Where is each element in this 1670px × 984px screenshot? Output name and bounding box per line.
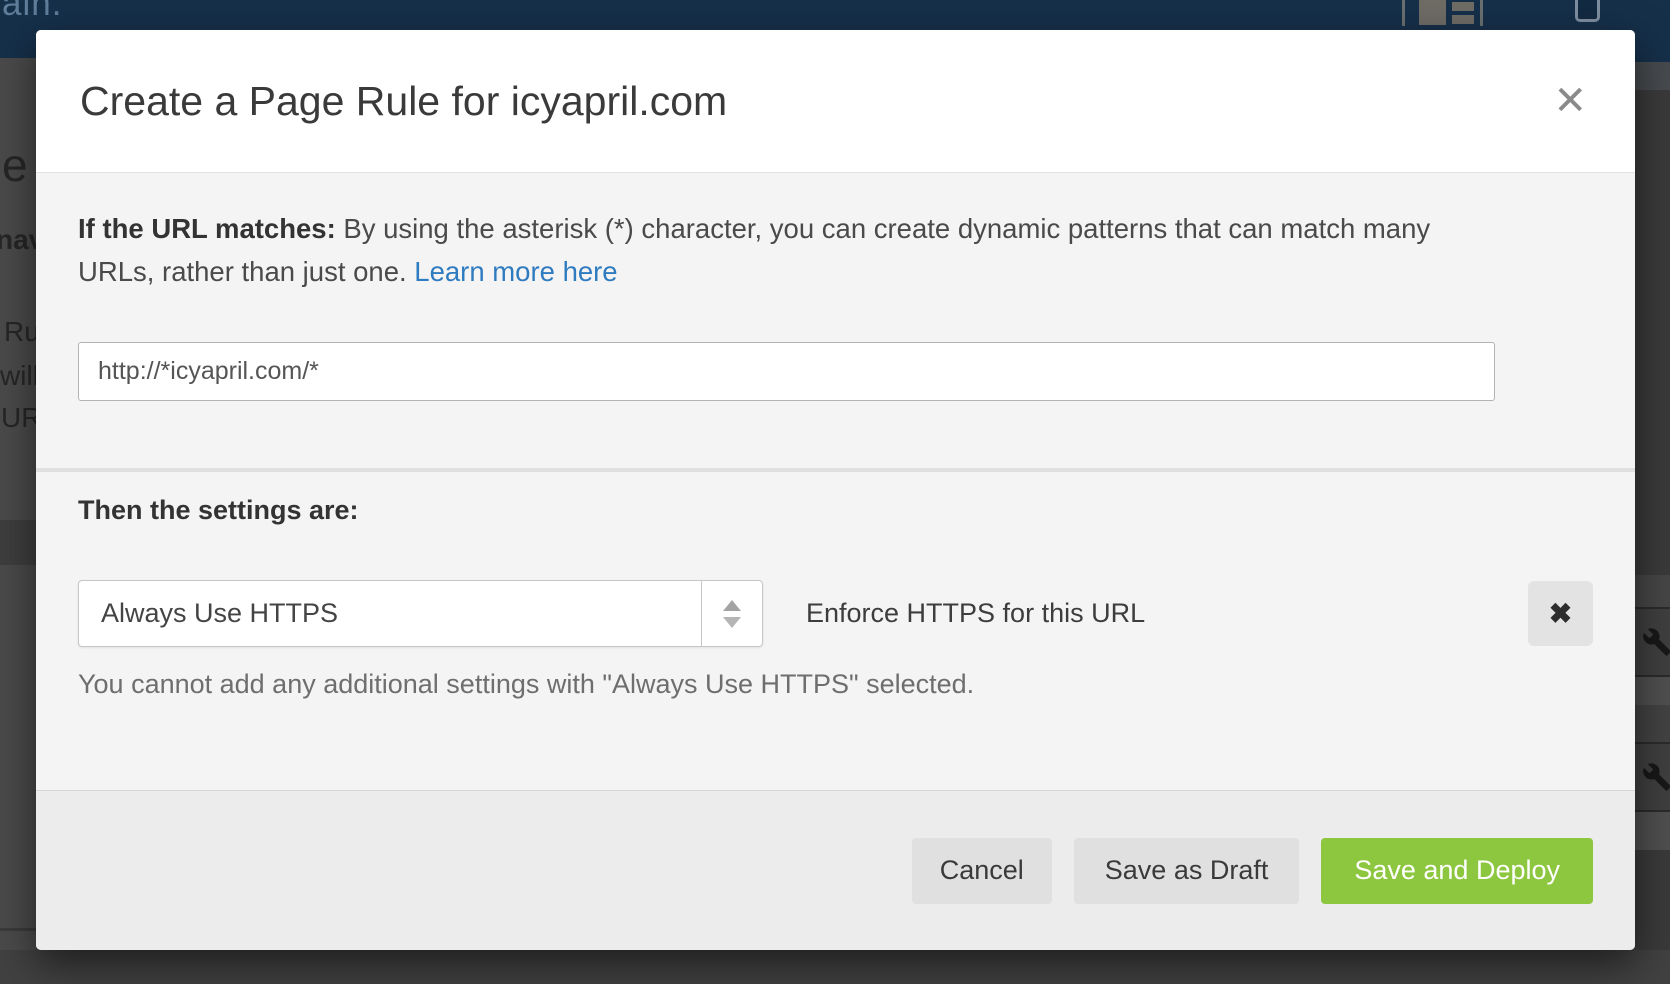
background-band	[1635, 607, 1670, 677]
background-band	[1635, 742, 1670, 812]
learn-more-link[interactable]: Learn more here	[414, 256, 617, 287]
close-icon[interactable]: ✕	[1549, 77, 1591, 125]
background-band	[1635, 705, 1670, 742]
modal-body: If the URL matches: By using the asteris…	[36, 173, 1635, 790]
cancel-button[interactable]: Cancel	[912, 838, 1052, 904]
background-band	[1635, 62, 1670, 90]
background-text-fragment: will	[0, 360, 36, 392]
save-as-draft-button[interactable]: Save as Draft	[1074, 838, 1300, 904]
wrench-icon	[1642, 762, 1670, 792]
background-divider-line	[0, 928, 36, 931]
setting-description: Enforce HTTPS for this URL	[806, 598, 1145, 629]
chevron-down-icon	[723, 617, 741, 628]
background-page-bottom-edge	[0, 950, 1670, 984]
remove-setting-button[interactable]: ✖	[1528, 581, 1593, 646]
background-divider-line	[1402, 0, 1405, 26]
remove-x-icon: ✖	[1549, 597, 1572, 630]
url-pattern-input[interactable]	[78, 342, 1495, 401]
modal-title: Create a Page Rule for icyapril.com	[80, 78, 727, 125]
background-page-left-edge: e nav Ru will UR	[0, 58, 36, 950]
background-header-button-icon	[1575, 0, 1600, 22]
settings-heading: Then the settings are:	[78, 495, 1593, 526]
url-match-label: If the URL matches:	[78, 213, 336, 244]
background-header-text-fragment: ain.	[2, 0, 62, 24]
section-divider	[36, 468, 1635, 472]
create-page-rule-modal: Create a Page Rule for icyapril.com ✕ If…	[36, 30, 1635, 950]
setting-select[interactable]: Always Use HTTPS	[78, 580, 763, 647]
setting-note: You cannot add any additional settings w…	[78, 669, 1593, 700]
background-text-fragment: e	[2, 138, 28, 192]
background-page-right-edge	[1635, 62, 1670, 950]
save-and-deploy-button[interactable]: Save and Deploy	[1321, 838, 1593, 904]
select-spinner-icon[interactable]	[701, 581, 762, 646]
wrench-icon	[1642, 627, 1670, 657]
list-view-icon	[1452, 15, 1474, 24]
background-table-header-band	[0, 520, 36, 565]
background-text-fragment: nav	[0, 224, 36, 256]
list-view-icon	[1452, 2, 1474, 11]
grid-view-icon	[1419, 0, 1446, 25]
background-text-fragment: Ru	[4, 316, 36, 348]
modal-footer: Cancel Save as Draft Save and Deploy	[36, 790, 1635, 950]
url-match-description: If the URL matches: By using the asteris…	[78, 207, 1468, 293]
setting-select-value: Always Use HTTPS	[79, 598, 701, 629]
background-band	[1635, 575, 1670, 607]
background-text-fragment: UR	[1, 402, 36, 434]
modal-header: Create a Page Rule for icyapril.com ✕	[36, 30, 1635, 173]
setting-row: Always Use HTTPS Enforce HTTPS for this …	[78, 580, 1593, 647]
background-band	[1635, 677, 1670, 705]
chevron-up-icon	[723, 600, 741, 611]
background-divider-line	[1480, 0, 1483, 26]
background-band	[1635, 812, 1670, 850]
